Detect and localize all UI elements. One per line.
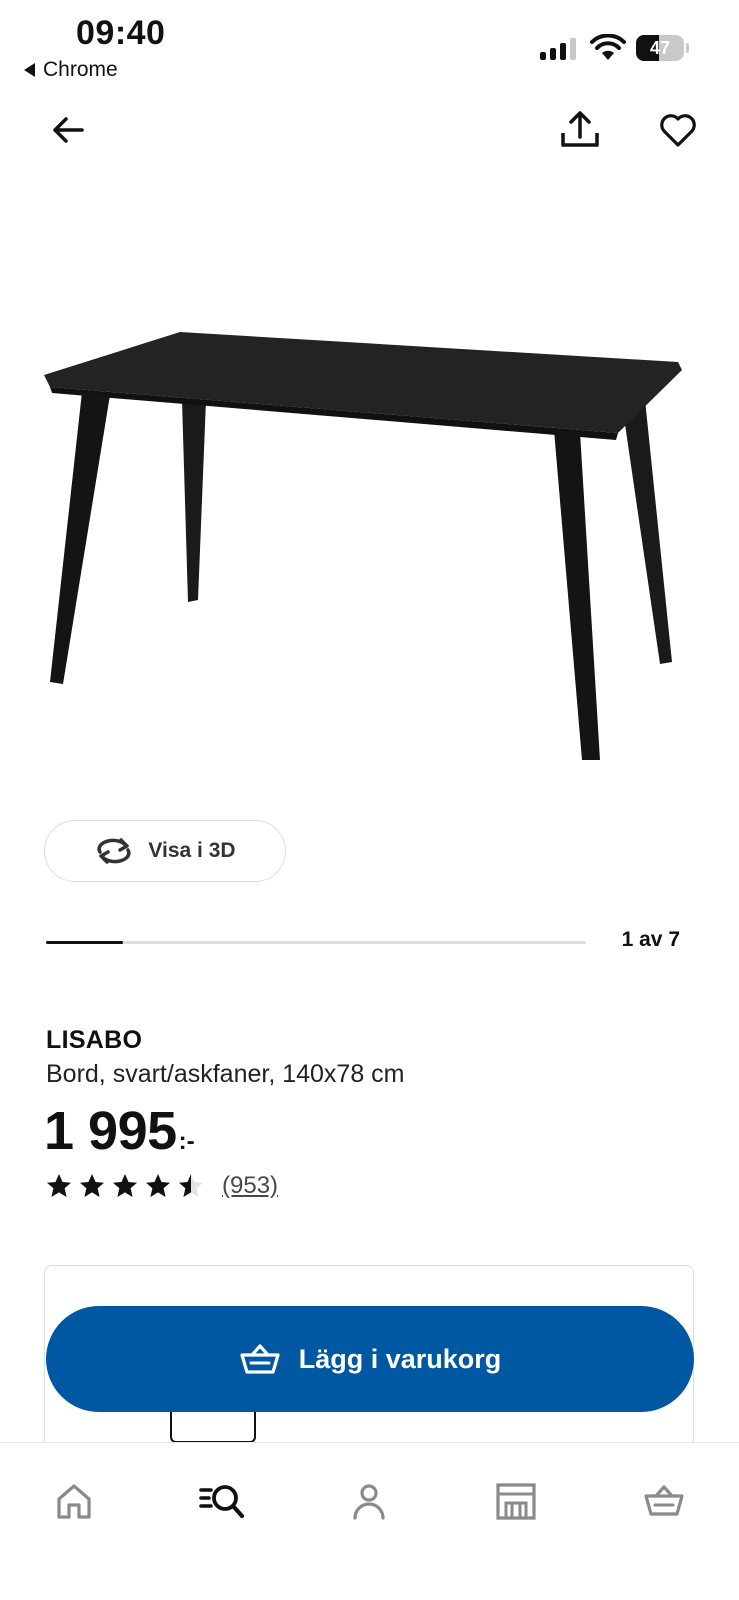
product-price: 1 995 :- <box>44 1100 195 1162</box>
favorite-button[interactable] <box>654 106 702 154</box>
price-amount: 1 995 <box>44 1101 177 1161</box>
price-suffix: :- <box>178 1128 195 1155</box>
share-icon <box>561 111 599 147</box>
status-time: 09:40 <box>76 14 166 52</box>
back-triangle-icon <box>24 63 35 77</box>
basket-icon <box>240 1344 280 1374</box>
basket-icon <box>644 1485 684 1516</box>
status-bar: 09:40 Chrome 47 <box>0 0 739 90</box>
star-icon <box>113 1174 137 1197</box>
rating-stars <box>46 1173 204 1199</box>
product-image[interactable] <box>30 300 710 800</box>
view-in-3d-label: Visa i 3D <box>148 839 236 862</box>
share-button[interactable] <box>556 106 604 154</box>
tab-cart[interactable] <box>636 1473 692 1529</box>
battery-level: 47 <box>649 38 671 58</box>
tab-home[interactable] <box>46 1473 102 1529</box>
back-to-app-link[interactable]: Chrome <box>24 58 118 82</box>
store-icon <box>496 1483 536 1520</box>
bottom-navigation <box>0 1442 739 1600</box>
back-button[interactable] <box>44 106 92 154</box>
tab-search[interactable] <box>194 1473 250 1529</box>
gallery-counter: 1 av 7 <box>621 928 680 951</box>
star-icon <box>179 1174 203 1197</box>
search-list-icon <box>199 1485 245 1519</box>
star-icon <box>80 1174 104 1197</box>
add-to-cart-button[interactable]: Lägg i varukorg <box>46 1306 694 1412</box>
profile-icon <box>353 1484 385 1520</box>
product-name: LISABO <box>46 1026 143 1054</box>
rotate-icon <box>97 838 132 864</box>
gallery-progress <box>46 941 586 944</box>
product-rating[interactable]: (953) <box>46 1172 278 1200</box>
gallery-progress-fill <box>46 941 124 944</box>
wifi-icon <box>590 34 626 60</box>
tab-profile[interactable] <box>341 1473 397 1529</box>
product-description: Bord, svart/askfaner, 140x78 cm <box>46 1060 405 1088</box>
home-icon <box>57 1484 91 1519</box>
view-in-3d-button[interactable]: Visa i 3D <box>44 820 286 882</box>
add-to-cart-label: Lägg i varukorg <box>298 1343 502 1374</box>
battery-icon: 47 <box>636 35 689 61</box>
tab-store[interactable] <box>488 1473 544 1529</box>
cellular-signal-icon <box>540 36 576 60</box>
star-icon <box>47 1174 71 1197</box>
back-app-label: Chrome <box>43 58 118 81</box>
arrow-left-icon <box>53 117 84 143</box>
star-icon <box>146 1174 170 1197</box>
heart-icon <box>660 114 696 147</box>
review-count-link[interactable]: (953) <box>222 1172 278 1200</box>
